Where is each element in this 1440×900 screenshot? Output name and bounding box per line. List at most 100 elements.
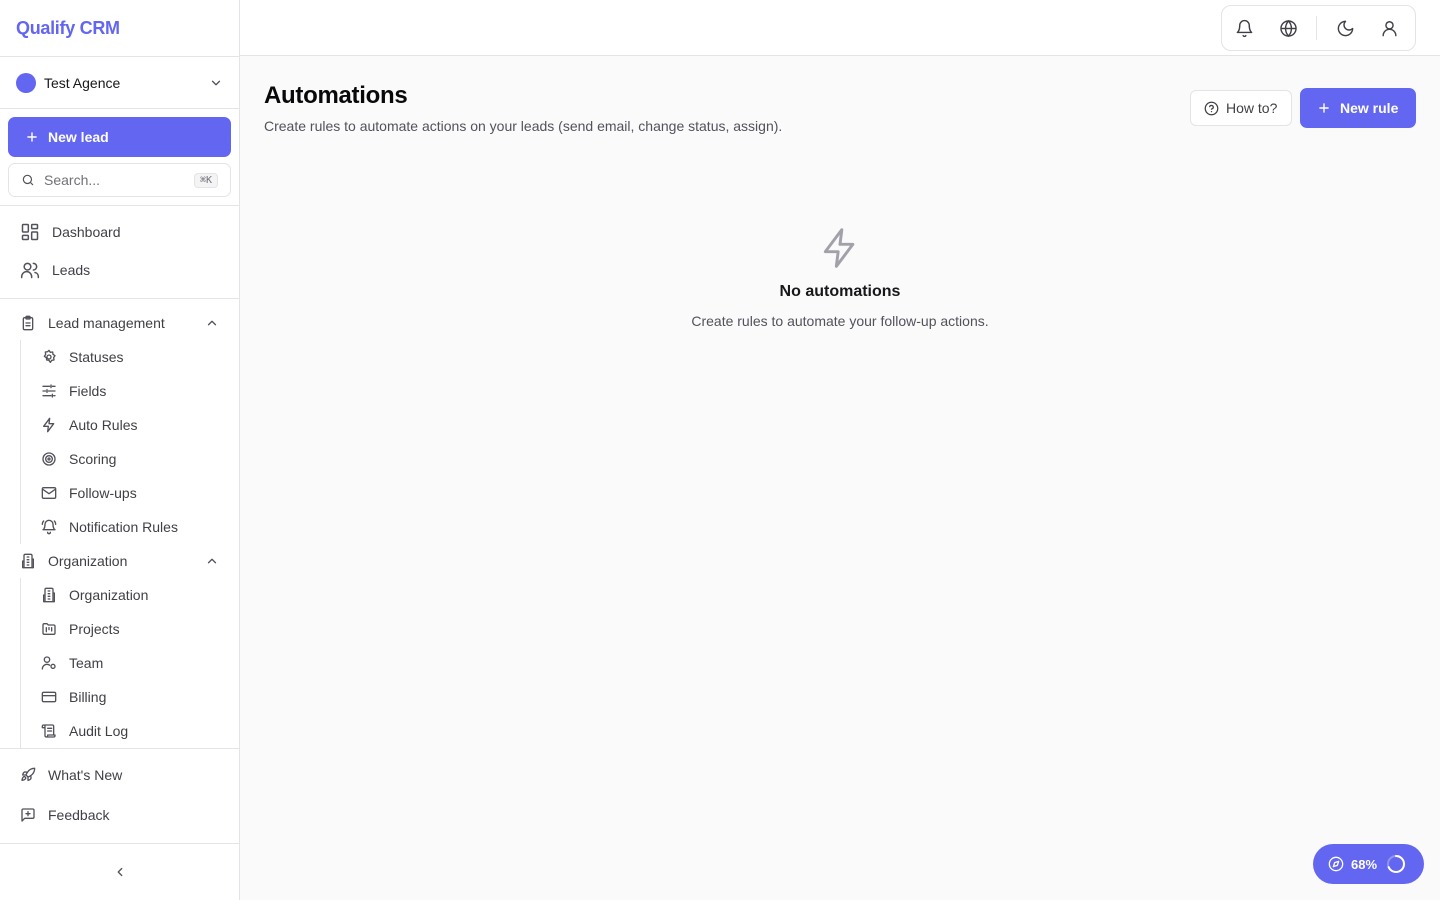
theme-toggle-button[interactable] [1323,6,1367,50]
onboarding-progress-widget[interactable]: 68% [1313,844,1424,884]
sidebar-item-feedback[interactable]: Feedback [8,800,231,830]
clipboard-icon [20,315,36,331]
message-square-plus-icon [20,807,36,823]
sidebar-item-audit-log[interactable]: Audit Log [29,716,229,746]
plus-icon [25,130,39,144]
group-label: Organization [48,553,128,569]
new-lead-button[interactable]: New lead [8,117,231,157]
search-icon [21,173,35,187]
sidebar-item-label: Billing [69,689,107,705]
sidebar-item-leads[interactable]: Leads [8,253,231,287]
sidebar-item-label: Organization [69,587,149,603]
globe-icon [1279,19,1298,38]
sidebar-item-projects[interactable]: Projects [29,614,229,644]
sidebar-item-label: Projects [69,621,120,637]
sidebar-item-auto-rules[interactable]: Auto Rules [29,410,229,440]
sidebar-item-label: Scoring [69,451,117,467]
page-title: Automations [264,82,408,109]
notifications-button[interactable] [1222,6,1266,50]
plus-icon [1317,101,1331,115]
divider [0,748,239,749]
sidebar-item-statuses[interactable]: Statuses [29,342,229,372]
how-to-button[interactable]: How to? [1190,90,1292,126]
user-icon [1380,19,1399,38]
zap-icon [818,224,862,272]
chevron-up-icon [205,554,219,568]
sidebar-item-label: Statuses [69,349,124,365]
rocket-icon [20,767,36,783]
sidebar-item-whats-new[interactable]: What's New [8,760,231,790]
chevron-left-icon [113,865,127,879]
divider [0,298,239,299]
language-button[interactable] [1266,6,1310,50]
sidebar-item-label: Auto Rules [69,417,138,433]
mail-icon [41,485,57,501]
progress-ring [1386,854,1406,874]
divider [0,205,239,206]
sidebar-item-notification-rules[interactable]: Notification Rules [29,512,229,542]
building-icon [41,587,57,603]
empty-state-title: No automations [779,283,901,300]
sidebar: Qualify CRM Test Agence New lead Search.… [0,0,240,900]
page-subtitle: Create rules to automate actions on your… [264,118,783,134]
compass-icon [1328,856,1344,872]
group-label: Lead management [48,315,165,331]
sidebar-item-billing[interactable]: Billing [29,682,229,712]
bell-icon [1235,19,1254,38]
sidebar-item-label: Team [69,655,104,671]
sidebar-item-label: Audit Log [69,723,129,739]
building-icon [20,553,36,569]
sidebar-item-label: Dashboard [52,224,121,240]
sidebar-item-label: Fields [69,383,107,399]
bell-ring-icon [41,519,57,535]
new-lead-label: New lead [48,129,109,145]
progress-value: 68% [1351,856,1378,872]
sidebar-item-dashboard[interactable]: Dashboard [8,215,231,249]
submenu-rail [20,578,21,748]
collapse-sidebar-button[interactable] [110,860,130,884]
zap-icon [41,417,57,433]
sidebar-item-fields[interactable]: Fields [29,376,229,406]
new-rule-label: New rule [1340,100,1399,116]
group-organization[interactable]: Organization [8,546,231,576]
search-shortcut-badge: ⌘K [193,172,218,188]
sidebar-item-label: Notification Rules [69,519,178,535]
sidebar-item-follow-ups[interactable]: Follow-ups [29,478,229,508]
sliders-icon [41,383,57,399]
search-placeholder: Search... [44,172,101,188]
sidebar-item-label: Follow-ups [69,485,137,501]
sidebar-item-organization[interactable]: Organization [29,580,229,610]
workspace-avatar [16,72,36,93]
moon-icon [1336,19,1355,38]
divider [0,843,239,844]
sidebar-item-label: Feedback [48,807,110,823]
toolbar-divider [1316,16,1317,40]
topbar [240,0,1440,56]
chevron-up-icon [205,316,219,330]
workspace-name: Test Agence [44,74,121,91]
empty-state-subtitle: Create rules to automate your follow-up … [691,313,989,329]
new-rule-button[interactable]: New rule [1300,88,1416,128]
workspace-switcher[interactable]: Test Agence [0,56,239,109]
help-circle-icon [1204,101,1219,116]
dashboard-icon [20,222,40,242]
sidebar-item-label: Leads [52,262,91,278]
submenu-rail [20,340,21,544]
search-input[interactable]: Search... ⌘K [8,163,231,197]
credit-card-icon [41,689,57,705]
users-icon [20,260,40,280]
user-menu-button[interactable] [1367,6,1411,50]
brand-logo[interactable]: Qualify CRM [0,0,239,56]
topbar-toolbar [1221,5,1416,51]
sidebar-item-label: What's New [48,767,123,783]
group-lead-management[interactable]: Lead management [8,308,231,338]
how-to-label: How to? [1226,100,1278,116]
sidebar-item-scoring[interactable]: Scoring [29,444,229,474]
chevron-down-icon [209,76,223,90]
sidebar-item-team[interactable]: Team [29,648,229,678]
user-cog-icon [41,655,57,671]
scroll-icon [41,723,57,739]
settings-icon [41,349,57,365]
target-icon [41,451,57,467]
folder-kanban-icon [41,621,57,637]
